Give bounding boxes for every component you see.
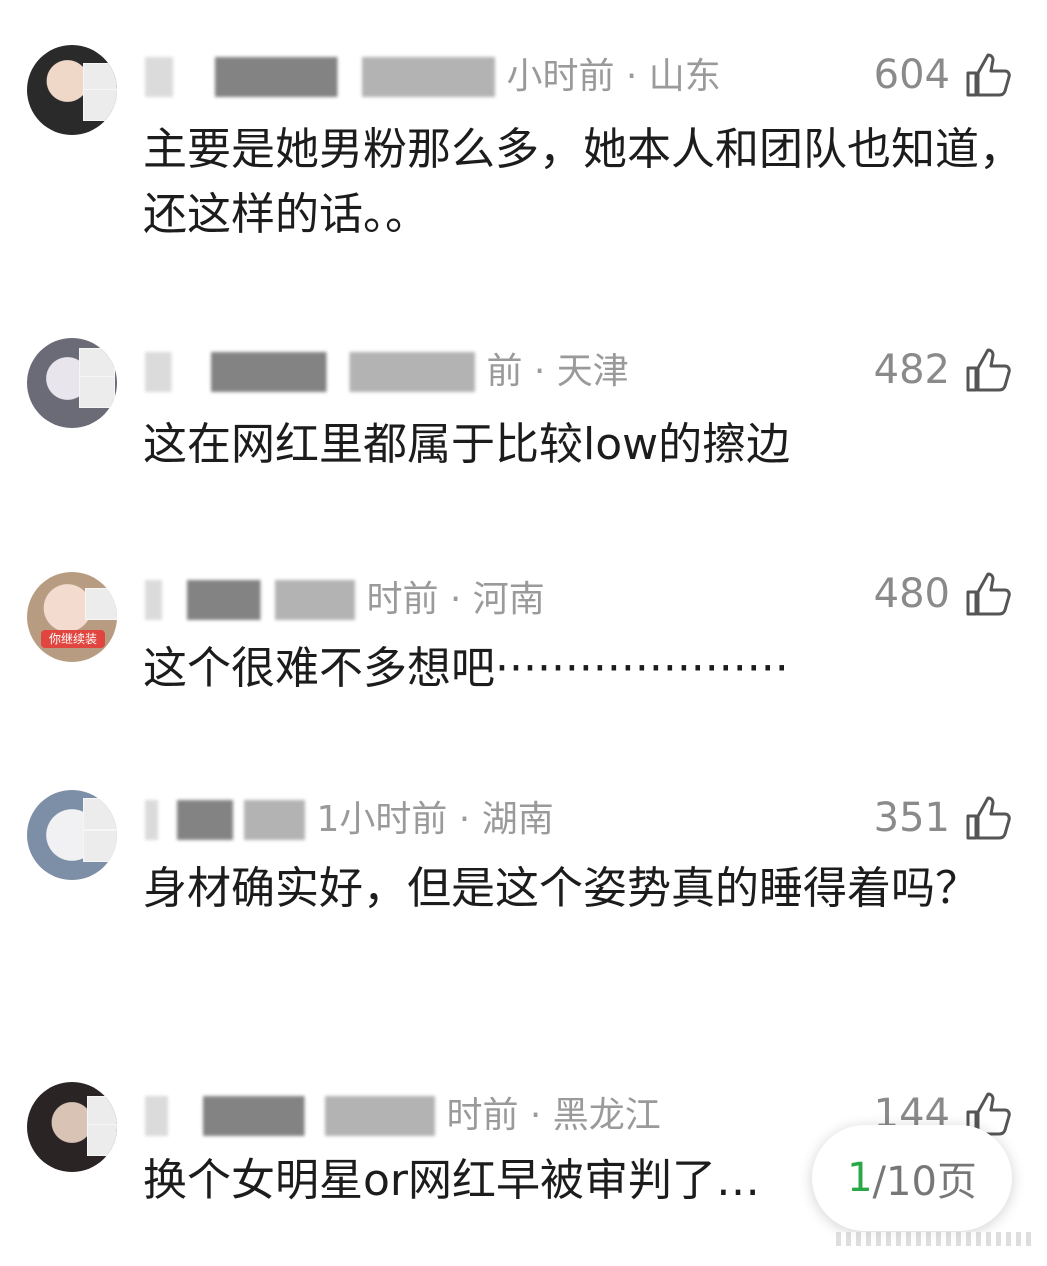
avatar[interactable]: [27, 1082, 117, 1172]
thumbs-up-icon: [966, 348, 1011, 392]
comment-meta: 1小时前 · 湖南: [145, 796, 765, 842]
home-indicator: [836, 1232, 1036, 1246]
like-count: 351: [873, 795, 950, 841]
comment-text: 主要是她男粉那么多，她本人和团队也知道，还这样的话。。: [143, 124, 1023, 240]
page-indicator[interactable]: 1/10页: [812, 1125, 1012, 1231]
time-location: 时前 · 黑龙江: [446, 1095, 661, 1136]
avatar[interactable]: [27, 45, 117, 135]
username-redacted: [145, 580, 355, 620]
username-redacted: [145, 352, 475, 392]
thumbs-up-icon: [966, 53, 1011, 97]
comment-meta: 时前 · 河南: [145, 576, 765, 622]
avatar[interactable]: 你继续装: [27, 572, 117, 662]
avatar[interactable]: [27, 790, 117, 880]
thumbs-up-icon: [966, 796, 1011, 840]
username-redacted: [145, 800, 305, 840]
comment-text: 这在网红里都属于比较low的擦边: [143, 419, 791, 470]
like-button[interactable]: 351: [874, 792, 1012, 844]
username-redacted: [145, 57, 495, 97]
comment-meta: 前 · 天津: [145, 348, 765, 394]
like-button[interactable]: 482: [874, 344, 1012, 396]
comment-text: 这个很难不多想吧·····················: [143, 643, 789, 694]
like-count: 482: [873, 347, 950, 393]
thumbs-up-icon: [966, 572, 1011, 616]
time-location: 前 · 天津: [486, 351, 629, 392]
like-button[interactable]: 604: [874, 49, 1012, 101]
current-page: 1: [847, 1155, 873, 1201]
time-location: 1小时前 · 湖南: [316, 799, 554, 840]
total-pages: /10页: [872, 1159, 977, 1205]
time-location: 小时前 · 山东: [506, 56, 721, 97]
like-count: 480: [873, 571, 950, 617]
like-button[interactable]: 480: [874, 568, 1012, 620]
like-count: 604: [873, 52, 950, 98]
comment-text: 身材确实好，但是这个姿势真的睡得着吗？: [143, 863, 979, 914]
username-redacted: [145, 1096, 435, 1136]
comment-meta: 小时前 · 山东: [145, 53, 765, 99]
time-location: 时前 · 河南: [366, 579, 545, 620]
comment-meta: 时前 · 黑龙江: [145, 1092, 765, 1138]
avatar-badge: 你继续装: [41, 630, 105, 648]
avatar[interactable]: [27, 338, 117, 428]
